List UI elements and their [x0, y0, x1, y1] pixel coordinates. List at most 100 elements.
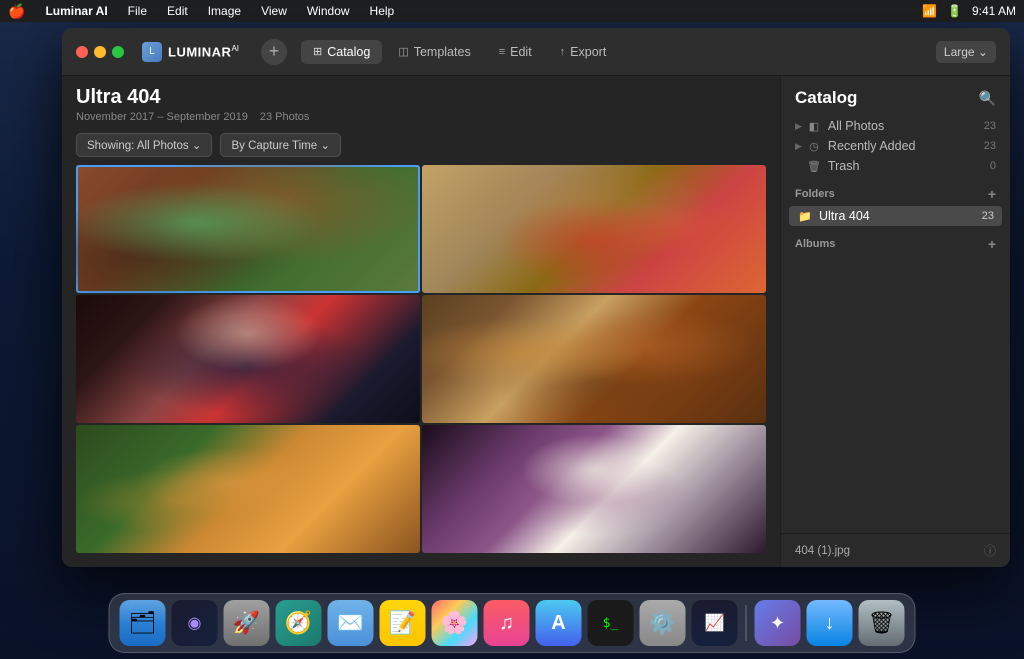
- recently-added-label: Recently Added: [828, 139, 984, 153]
- catalog-tab-label: Catalog: [327, 45, 370, 59]
- recently-added-icon: ◷: [806, 140, 822, 153]
- dock-mail[interactable]: ✉️: [328, 600, 374, 646]
- sidebar-footer: 404 (1).jpg ⓘ: [781, 533, 1010, 567]
- photo-cell-chameleon[interactable]: [76, 165, 420, 293]
- tab-edit[interactable]: ≡ Edit: [487, 40, 544, 64]
- export-tab-icon: ↑: [560, 46, 566, 58]
- title-bar-right: Large ⌄: [936, 41, 996, 63]
- photo-grid: [62, 165, 780, 567]
- expand-arrow-all: ▶: [795, 121, 802, 132]
- dock-safari[interactable]: 🧭: [276, 600, 322, 646]
- dock-downloader[interactable]: ↓: [807, 600, 853, 646]
- templates-tab-label: Templates: [414, 45, 471, 59]
- menubar-image[interactable]: Image: [204, 4, 245, 18]
- expand-arrow-recent: ▶: [795, 141, 802, 152]
- catalog-item-trash[interactable]: ▶ 🗑 Trash 0: [781, 156, 1010, 176]
- folders-label: Folders: [795, 188, 835, 200]
- albums-label: Albums: [795, 238, 835, 250]
- dock-music[interactable]: ♫: [484, 600, 530, 646]
- menubar-right-icons: 📶 🔋 9:41 AM: [922, 4, 1016, 18]
- wifi-icon[interactable]: 📶: [922, 4, 937, 18]
- catalog-item-all-photos[interactable]: ▶ ◧ All Photos 23: [781, 116, 1010, 136]
- sidebar-title: Catalog: [795, 88, 857, 108]
- showing-dropdown[interactable]: Showing: All Photos ⌄: [76, 133, 212, 157]
- trash-count: 0: [990, 160, 996, 172]
- dock-notes[interactable]: 📝: [380, 600, 426, 646]
- dock-settings[interactable]: ⚙️: [640, 600, 686, 646]
- catalog-item-recently-added[interactable]: ▶ ◷ Recently Added 23: [781, 136, 1010, 156]
- content-area: Ultra 404 November 2017 – September 2019…: [62, 76, 1010, 567]
- title-bar: L LUMINARAI + ⊞ Catalog ◫ Templates ≡ Ed…: [62, 28, 1010, 76]
- photo-cell-woman2[interactable]: [422, 425, 766, 553]
- album-date: November 2017 – September 2019: [76, 111, 248, 123]
- dock-trash[interactable]: 🗑: [859, 600, 905, 646]
- add-button[interactable]: +: [261, 39, 287, 65]
- catalog-tab-icon: ⊞: [313, 45, 322, 58]
- dock-photos[interactable]: 🌸: [432, 600, 478, 646]
- dock-siri[interactable]: ◉: [172, 600, 218, 646]
- photo-cell-burgers[interactable]: [422, 295, 766, 423]
- albums-add-button[interactable]: +: [988, 236, 996, 252]
- photo-cell-woman[interactable]: [76, 295, 420, 423]
- dock-stocks[interactable]: 📈: [692, 600, 738, 646]
- all-photos-label: All Photos: [828, 119, 984, 133]
- dock-finder[interactable]: 🗂: [120, 600, 166, 646]
- menubar-file[interactable]: File: [124, 4, 151, 18]
- close-button[interactable]: [76, 46, 88, 58]
- menubar-view[interactable]: View: [257, 4, 291, 18]
- edit-tab-icon: ≡: [499, 46, 505, 58]
- folder-icon: 📁: [797, 210, 813, 223]
- search-icon[interactable]: 🔍: [979, 90, 996, 107]
- album-count: 23 Photos: [260, 111, 310, 123]
- tab-export[interactable]: ↑ Export: [548, 40, 619, 64]
- catalog-item-ultra404[interactable]: 📁 Ultra 404 23: [789, 206, 1002, 226]
- minimize-button[interactable]: [94, 46, 106, 58]
- photo-header: Ultra 404 November 2017 – September 2019…: [62, 76, 780, 129]
- trash-label: Trash: [828, 159, 990, 173]
- tab-catalog[interactable]: ⊞ Catalog: [301, 40, 382, 64]
- menubar-help[interactable]: Help: [366, 4, 399, 18]
- menubar-app-name[interactable]: Luminar AI: [41, 4, 111, 18]
- clock: 9:41 AM: [972, 4, 1016, 18]
- trash-icon: 🗑: [806, 160, 822, 173]
- app-logo-icon: L: [142, 42, 162, 62]
- photo-cell-strawberry[interactable]: [422, 165, 766, 293]
- app-window: L LUMINARAI + ⊞ Catalog ◫ Templates ≡ Ed…: [62, 28, 1010, 567]
- templates-tab-icon: ◫: [398, 45, 408, 58]
- menubar: 🍎 Luminar AI File Edit Image View Window…: [0, 0, 1024, 22]
- tab-bar: ⊞ Catalog ◫ Templates ≡ Edit ↑ Export: [301, 40, 926, 64]
- menubar-window[interactable]: Window: [303, 4, 354, 18]
- folders-add-button[interactable]: +: [988, 186, 996, 202]
- info-icon[interactable]: ⓘ: [984, 542, 996, 559]
- folder-count: 23: [982, 210, 994, 222]
- photo-controls: Showing: All Photos ⌄ By Capture Time ⌄: [62, 129, 780, 165]
- tab-templates[interactable]: ◫ Templates: [386, 40, 482, 64]
- photo-cell-cat[interactable]: [76, 425, 420, 553]
- all-photos-icon: ◧: [806, 120, 822, 133]
- dock-terminal[interactable]: $_: [588, 600, 634, 646]
- traffic-lights: [76, 46, 124, 58]
- sort-dropdown[interactable]: By Capture Time ⌄: [220, 133, 340, 157]
- dock-luminar[interactable]: ✦: [755, 600, 801, 646]
- photo-area: Ultra 404 November 2017 – September 2019…: [62, 76, 780, 567]
- album-meta: November 2017 – September 2019 23 Photos: [76, 111, 766, 123]
- sidebar-items: ▶ ◧ All Photos 23 ▶ ◷ Recently Added 23 …: [781, 116, 1010, 533]
- fullscreen-button[interactable]: [112, 46, 124, 58]
- folder-name: Ultra 404: [819, 209, 982, 223]
- all-photos-count: 23: [984, 120, 996, 132]
- export-tab-label: Export: [570, 45, 606, 59]
- app-logo-text: LUMINARAI: [168, 44, 239, 59]
- dock-appstore[interactable]: A: [536, 600, 582, 646]
- dock-launchpad[interactable]: 🚀: [224, 600, 270, 646]
- album-title: Ultra 404: [76, 86, 766, 109]
- folders-section-header: Folders +: [781, 176, 1010, 206]
- sidebar-header: Catalog 🔍: [781, 76, 1010, 116]
- sidebar: Catalog 🔍 ▶ ◧ All Photos 23 ▶ ◷ Recently…: [780, 76, 1010, 567]
- footer-filename: 404 (1).jpg: [795, 545, 850, 557]
- apple-menu[interactable]: 🍎: [8, 3, 25, 20]
- dock-separator: [746, 605, 747, 641]
- edit-tab-label: Edit: [510, 45, 532, 59]
- size-selector[interactable]: Large ⌄: [936, 41, 996, 63]
- albums-section-header: Albums +: [781, 226, 1010, 256]
- menubar-edit[interactable]: Edit: [163, 4, 192, 18]
